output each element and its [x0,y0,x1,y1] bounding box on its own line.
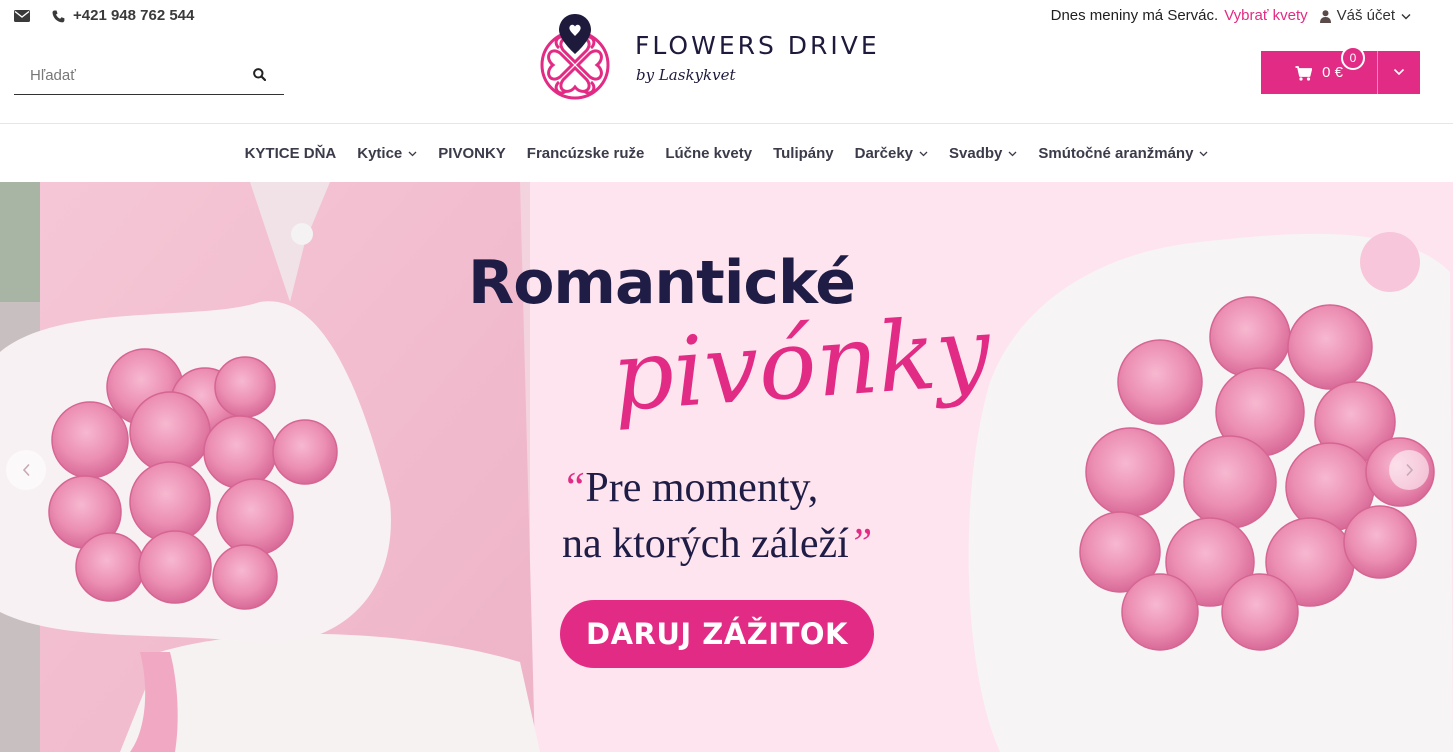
user-icon [1319,7,1331,24]
nav-item-svadby[interactable]: Svadby [939,145,1028,162]
nav-item-label: Francúzske ruže [526,144,645,162]
cart-count-badge: 0 [1341,46,1365,70]
nav-item-label: Kytice [357,144,403,162]
chevron-down-icon [919,145,928,162]
cart-total: 0 € [1322,64,1343,81]
site-header: +421 948 762 544 FLOWERS DRIVE b [0,0,1453,124]
hero-quote-line-1: “Pre momenty, [562,464,818,512]
nav-item-label: Tulipány [773,144,834,162]
hero-cta-button[interactable]: DARUJ ZÁŽITOK [560,600,874,668]
nameday-link[interactable]: Vybrať kvety [1224,7,1307,24]
account-label: Váš účet [1336,7,1395,24]
nav-item-pivonky[interactable]: PIVONKY [428,145,517,162]
chevron-down-icon [1199,145,1208,162]
chevron-right-icon [1405,461,1414,479]
main-nav: KYTICE DŇA Kytice PIVONKY Francúzske ruž… [0,124,1453,182]
chevron-down-icon [1393,64,1405,82]
quote-line-1-text: Pre momenty, [585,465,819,511]
contact-bar: +421 948 762 544 [14,7,194,24]
logo-subtitle: by Laskykvet [636,66,736,84]
quote-line-2-text: na ktorých záleží [562,521,849,567]
nav-item-kytice[interactable]: Kytice [347,145,428,162]
quote-open-mark: “ [562,465,586,511]
slider-prev-button[interactable] [6,450,46,490]
account-menu[interactable]: Váš účet [1319,7,1411,24]
nav-item-label: Svadby [949,144,1003,162]
envelope-icon[interactable] [14,7,30,24]
nav-item-lucne-kvety[interactable]: Lúčne kvety [655,145,763,162]
site-logo[interactable]: FLOWERS DRIVE by Laskykvet [532,12,912,106]
phone-number: +421 948 762 544 [73,7,195,24]
quote-close-mark: ” [848,521,873,567]
nav-item-label: PIVONKY [438,144,506,162]
nameday-text: Dnes meniny má Servác. [1050,7,1219,24]
logo-title: FLOWERS DRIVE [635,31,880,60]
chevron-down-icon [1401,7,1411,24]
nav-item-label: KYTICE DŇA [244,144,337,162]
cart-icon [1295,64,1313,81]
hero-quote-line-2: na ktorých záleží” [562,520,872,568]
nav-item-label: Lúčne kvety [665,144,753,162]
nav-item-francuzske-ruze[interactable]: Francúzske ruže [516,145,655,162]
phone-icon [52,7,65,24]
nav-item-label: Darčeky [854,144,914,162]
chevron-left-icon [22,461,31,479]
nav-item-kytice-dna[interactable]: KYTICE DŇA [234,145,347,162]
nav-item-tulipany[interactable]: Tulipány [763,145,845,162]
search-icon[interactable] [253,66,266,84]
search-bar [14,56,284,95]
cart-widget: 0 € 0 [1261,46,1420,94]
logo-mark [540,14,610,100]
nav-item-label: Smútočné aranžmány [1038,144,1194,162]
cart-dropdown-toggle[interactable] [1378,51,1420,94]
search-input[interactable] [14,60,244,90]
phone-link[interactable]: +421 948 762 544 [52,7,194,24]
nav-item-smutocne-aranzmany[interactable]: Smútočné aranžmány [1028,145,1219,162]
chevron-down-icon [408,145,417,162]
hero-banner[interactable]: Romantické pivónky “Pre momenty, na ktor… [0,182,1453,752]
header-utility-bar: Dnes meniny má Servác. Vybrať kvety Váš … [1051,7,1411,24]
slider-next-button[interactable] [1389,450,1429,490]
chevron-down-icon [1008,145,1017,162]
nav-item-darceky[interactable]: Darčeky [844,145,938,162]
